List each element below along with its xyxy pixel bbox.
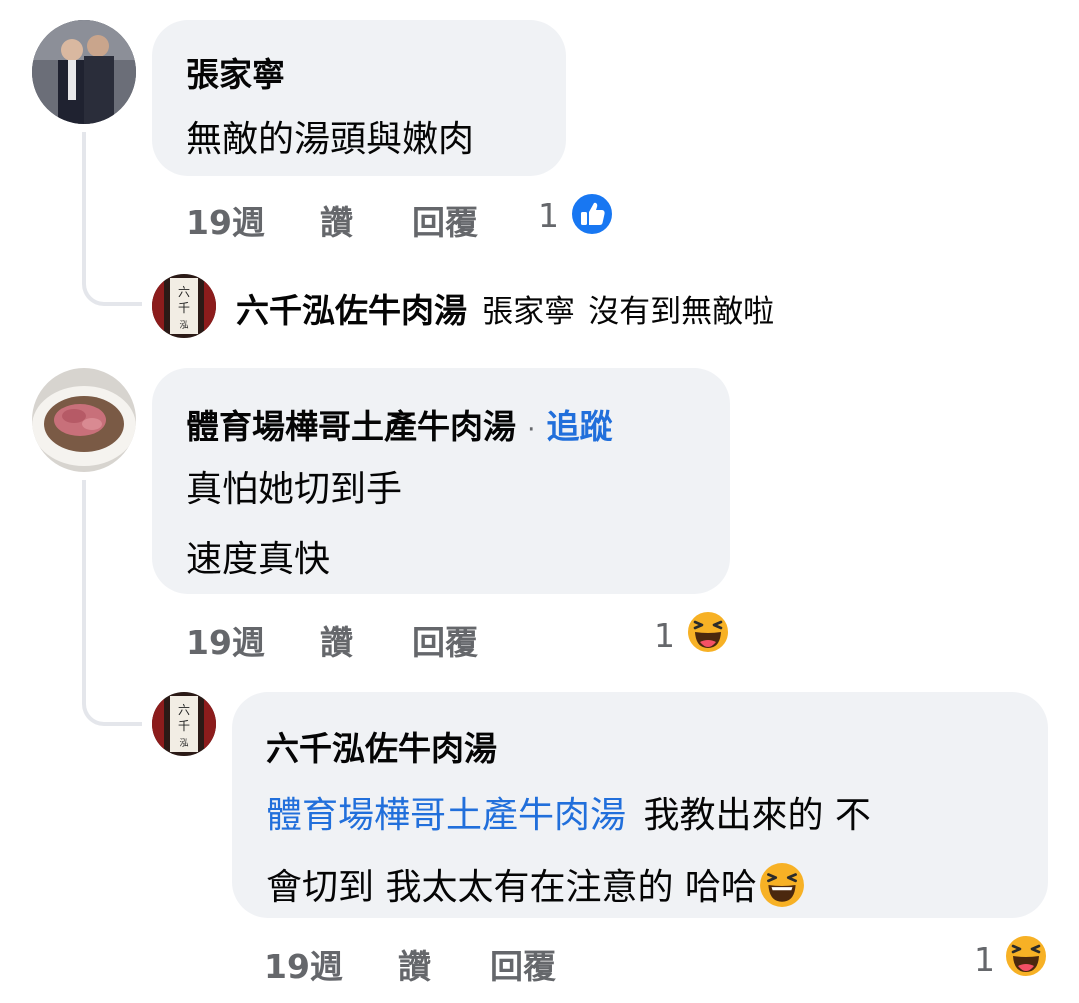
comment-text: 真怕她切到手 <box>186 469 403 510</box>
avatar-liuqian-beef-soup[interactable]: 六 千 泓 <box>152 274 216 338</box>
reply-bubble: 六千泓佐牛肉湯 體育場樺哥土產牛肉湯 我教出來的 不 會切到 我太太有在注意的 … <box>232 692 1048 918</box>
svg-text:泓: 泓 <box>179 738 188 749</box>
reply-connector <box>82 250 142 306</box>
reply-mention[interactable]: 體育場樺哥土產牛肉湯 <box>266 795 626 836</box>
comment-text: 速度真快 <box>186 539 331 580</box>
like-button[interactable]: 讚 <box>320 196 353 244</box>
reply-row: 六千泓佐牛肉湯 張家寧 沒有到無敵啦 <box>236 284 774 332</box>
comment-text: 無敵的湯頭與嫩肉 <box>186 119 475 160</box>
svg-text:千: 千 <box>178 301 190 315</box>
reply-author[interactable]: 六千泓佐牛肉湯 <box>266 722 1048 770</box>
haha-reaction-icon[interactable] <box>1004 934 1048 978</box>
comment-author[interactable]: 體育場樺哥土產牛肉湯 <box>186 407 516 446</box>
reply-timestamp[interactable]: 19週 <box>264 940 343 988</box>
svg-text:六: 六 <box>178 703 190 717</box>
avatar-liuqian-beef-soup[interactable]: 六 千 泓 <box>152 692 216 756</box>
beef-soup-bowl-icon <box>32 368 136 472</box>
photo-of-two-people-icon <box>32 20 136 124</box>
comment-bubble: 體育場樺哥土產牛肉湯 · 追蹤 真怕她切到手 速度真快 <box>152 368 730 594</box>
comment-timestamp[interactable]: 19週 <box>186 196 265 244</box>
reply-connector <box>82 672 142 726</box>
comment-author[interactable]: 張家寧 <box>186 48 566 96</box>
thread-line <box>82 132 86 258</box>
reply-button[interactable]: 回覆 <box>412 196 478 244</box>
reply-mention[interactable]: 張家寧 <box>482 294 575 330</box>
separator-dot: · <box>527 415 536 445</box>
like-reaction-icon[interactable] <box>570 192 614 236</box>
like-button[interactable]: 讚 <box>398 940 431 988</box>
like-button[interactable]: 讚 <box>320 616 353 664</box>
svg-text:千: 千 <box>178 719 190 733</box>
restaurant-sign-icon: 六 千 泓 <box>152 274 216 338</box>
reaction-count[interactable]: 1 <box>654 616 675 655</box>
reply-text: 會切到 我太太有在注意的 哈哈 <box>266 867 757 908</box>
laughing-emoji-icon <box>759 862 805 917</box>
comment-timestamp[interactable]: 19週 <box>186 616 265 664</box>
reaction-count[interactable]: 1 <box>974 940 995 979</box>
reply-author[interactable]: 六千泓佐牛肉湯 <box>236 291 467 330</box>
restaurant-sign-icon: 六 千 泓 <box>152 692 216 756</box>
reply-text: 我教出來的 不 <box>643 795 871 836</box>
avatar-zhang-jianing[interactable] <box>32 20 136 124</box>
comment-bubble: 張家寧 無敵的湯頭與嫩肉 <box>152 20 566 176</box>
haha-reaction-icon[interactable] <box>686 610 730 654</box>
svg-text:六: 六 <box>178 285 190 299</box>
reply-text: 沒有到無敵啦 <box>588 294 775 330</box>
thread-line <box>82 480 86 676</box>
avatar-tiyuchang-beef-soup[interactable] <box>32 368 136 472</box>
reply-button[interactable]: 回覆 <box>412 616 478 664</box>
svg-text:泓: 泓 <box>179 320 188 331</box>
reply-button[interactable]: 回覆 <box>490 940 556 988</box>
reaction-count[interactable]: 1 <box>538 196 559 235</box>
follow-button[interactable]: 追蹤 <box>546 407 612 446</box>
